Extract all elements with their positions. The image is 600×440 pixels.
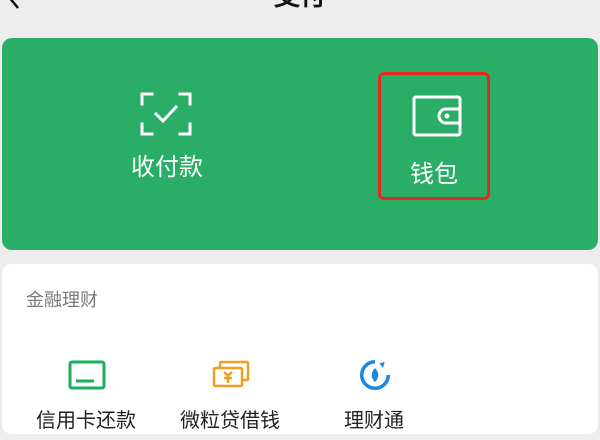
weilidai-loan-button[interactable]: 微粒贷借钱 (170, 360, 290, 440)
finance-section: 金融理财 信用卡还款 微粒贷借钱 理财通 (2, 264, 598, 434)
page-title: 支付 (0, 0, 600, 10)
credit-card-repay-label: 信用卡还款 (36, 408, 136, 432)
yuan-bills-icon (212, 360, 250, 388)
licaitong-icon (360, 360, 390, 390)
scan-check-icon (140, 92, 192, 136)
licaitong-button[interactable]: 理财通 (314, 360, 434, 440)
payment-card (2, 38, 598, 250)
licaitong-label: 理财通 (344, 408, 404, 432)
wallet-button[interactable]: 钱包 (378, 72, 490, 200)
weilidai-loan-label: 微粒贷借钱 (180, 408, 280, 432)
receive-payment-button[interactable]: 收付款 (112, 92, 222, 202)
wallet-label: 钱包 (410, 160, 458, 188)
top-bar: 支付 (0, 0, 600, 28)
section-title: 金融理财 (26, 290, 98, 311)
credit-card-repay-button[interactable]: 信用卡还款 (26, 360, 146, 440)
credit-card-icon (68, 360, 106, 390)
receive-payment-label: 收付款 (131, 153, 203, 181)
wallet-icon (412, 95, 462, 137)
